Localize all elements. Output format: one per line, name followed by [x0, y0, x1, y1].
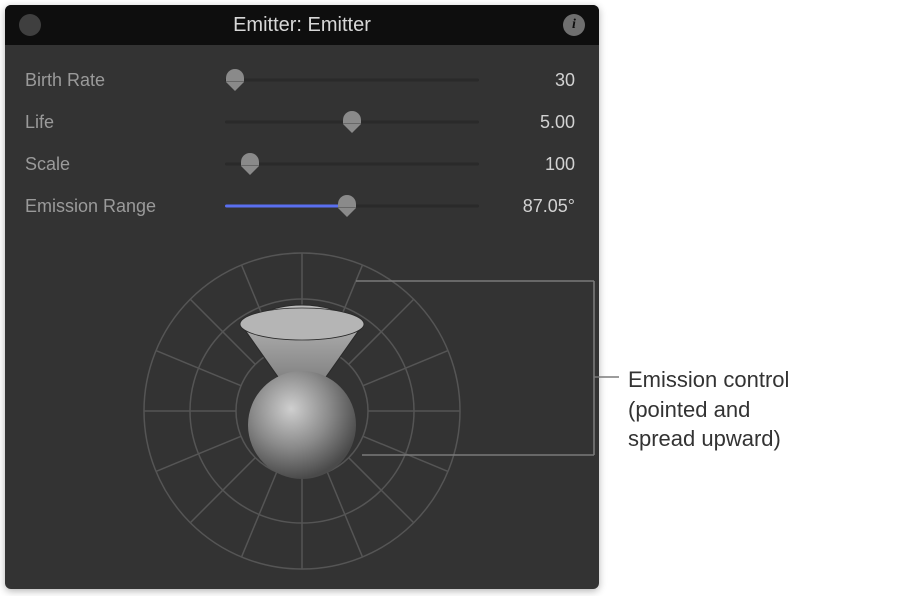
- panel-header: Emitter: Emitter i: [5, 5, 599, 45]
- param-label: Birth Rate: [25, 70, 225, 91]
- emission-area: [5, 235, 599, 575]
- param-life: Life 5.00: [25, 101, 579, 143]
- emission-range-value[interactable]: 87.05°: [479, 196, 579, 217]
- annotation-line: spread upward): [628, 424, 888, 454]
- slider-track: [225, 79, 479, 82]
- slider-fill: [225, 205, 347, 208]
- param-emission-range: Emission Range 87.05°: [25, 185, 579, 227]
- parameters-list: Birth Rate 30 Life 5.00 Scale 100 E: [5, 45, 599, 235]
- hud-panel: Emitter: Emitter i Birth Rate 30 Life 5.…: [5, 5, 599, 589]
- param-label: Life: [25, 112, 225, 133]
- annotation-line: Emission control: [628, 365, 888, 395]
- annotation-line: (pointed and: [628, 395, 888, 425]
- birth-rate-slider[interactable]: [225, 68, 479, 92]
- param-label: Emission Range: [25, 196, 225, 217]
- life-slider[interactable]: [225, 110, 479, 134]
- param-scale: Scale 100: [25, 143, 579, 185]
- param-birth-rate: Birth Rate 30: [25, 59, 579, 101]
- birth-rate-value[interactable]: 30: [479, 70, 579, 91]
- scale-slider[interactable]: [225, 152, 479, 176]
- emission-direction-control[interactable]: [138, 247, 466, 575]
- emission-sphere-icon: [248, 371, 356, 479]
- param-label: Scale: [25, 154, 225, 175]
- panel-title: Emitter: Emitter: [5, 14, 599, 37]
- slider-track: [225, 163, 479, 166]
- info-icon[interactable]: i: [563, 14, 585, 36]
- scale-value[interactable]: 100: [479, 154, 579, 175]
- emission-range-slider[interactable]: [225, 194, 479, 218]
- life-value[interactable]: 5.00: [479, 112, 579, 133]
- annotation-text: Emission control (pointed and spread upw…: [628, 365, 888, 454]
- header-dot-icon: [19, 14, 41, 36]
